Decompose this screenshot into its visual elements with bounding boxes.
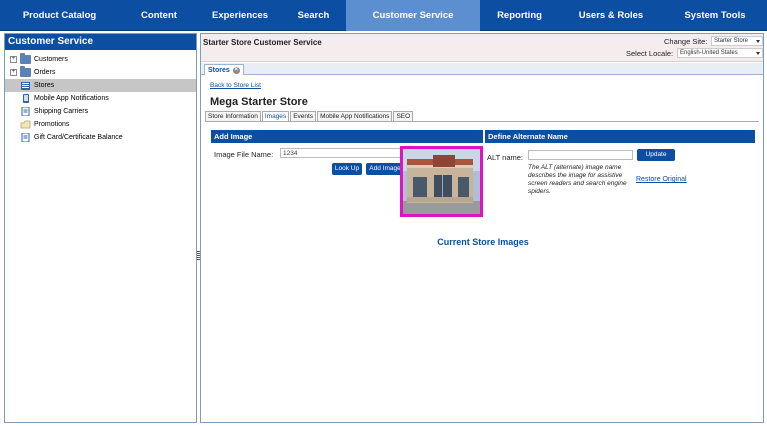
sidebar-item-promotions[interactable]: Promotions — [5, 118, 196, 131]
locale-label: Select Locale: — [626, 49, 674, 58]
image-file-name-input[interactable]: 1234 — [280, 148, 405, 158]
sidebar-item-label: Promotions — [34, 121, 70, 128]
expand-icon[interactable]: + — [10, 69, 17, 76]
alt-name-label: ALT name: — [487, 153, 523, 162]
change-site-value: Starter Store — [714, 38, 749, 44]
nav-product-catalog[interactable]: Product Catalog — [0, 0, 119, 31]
gift-card-icon — [20, 132, 31, 143]
current-store-images-title: Current Store Images — [437, 237, 529, 247]
tab-strip: Stores × — [201, 63, 763, 75]
back-to-store-list-link[interactable]: Back to Store List — [210, 82, 261, 89]
alt-name-description: The ALT (alternate) image name describes… — [528, 164, 627, 195]
sidebar-item-shipping-carriers[interactable]: Shipping Carriers — [5, 105, 196, 118]
store-building-image — [403, 149, 480, 214]
sidebar-item-label: Orders — [34, 69, 56, 76]
look-up-button[interactable]: Look Up — [332, 163, 362, 175]
chevron-down-icon — [756, 40, 760, 43]
tab-label: Stores — [208, 66, 230, 74]
nav-content[interactable]: Content — [119, 0, 199, 31]
sidebar-item-orders[interactable]: + Orders — [5, 66, 196, 79]
mobile-icon — [20, 94, 31, 103]
shipping-icon — [20, 106, 31, 117]
sidebar: Customer Service + Customers + Orders St… — [4, 33, 197, 423]
define-alternate-name-header: Define Alternate Name — [485, 130, 755, 143]
locale-select[interactable]: English-United States — [677, 48, 763, 58]
chevron-down-icon — [756, 52, 760, 55]
folder-icon — [20, 53, 31, 64]
store-name: Mega Starter Store — [210, 96, 308, 108]
add-image-header: Add Image — [211, 130, 483, 143]
restore-original-link[interactable]: Restore Original — [636, 176, 687, 183]
locale-value: English-United States — [680, 50, 738, 56]
image-file-name-label: Image File Name: — [214, 150, 274, 159]
sidebar-item-mobile-app-notifications[interactable]: Mobile App Notifications — [5, 92, 196, 105]
sidebar-item-label: Shipping Carriers — [34, 108, 89, 115]
sidebar-item-customers[interactable]: + Customers — [5, 53, 196, 66]
nav-users-roles[interactable]: Users & Roles — [559, 0, 663, 31]
expand-icon[interactable]: + — [10, 56, 17, 63]
store-icon — [20, 81, 31, 90]
top-navigation: Product Catalog Content Experiences Sear… — [0, 0, 767, 31]
nav-experiences[interactable]: Experiences — [199, 0, 281, 31]
sidebar-item-gift-card-balance[interactable]: Gift Card/Certificate Balance — [5, 131, 196, 144]
sidebar-item-stores[interactable]: Stores — [5, 79, 196, 92]
subtab-divider — [205, 121, 759, 122]
sidebar-item-label: Mobile App Notifications — [34, 95, 109, 102]
sidebar-item-label: Customers — [34, 56, 68, 63]
alt-name-input[interactable] — [528, 150, 633, 160]
main-panel: Starter Store Customer Service Change Si… — [200, 33, 764, 423]
tab-stores[interactable]: Stores × — [204, 64, 244, 75]
close-icon[interactable]: × — [232, 66, 240, 74]
sidebar-item-label: Gift Card/Certificate Balance — [34, 134, 123, 141]
update-button[interactable]: Update — [637, 149, 675, 161]
main-header: Starter Store Customer Service Change Si… — [201, 34, 763, 62]
nav-customer-service[interactable]: Customer Service — [346, 0, 480, 31]
change-site-label: Change Site: — [664, 37, 708, 46]
promotion-icon — [20, 120, 31, 129]
nav-reporting[interactable]: Reporting — [480, 0, 559, 31]
sidebar-item-label: Stores — [34, 82, 55, 89]
sidebar-title: Customer Service — [5, 34, 196, 50]
page-title: Starter Store Customer Service — [203, 38, 322, 47]
nav-search[interactable]: Search — [281, 0, 346, 31]
store-image-preview[interactable] — [400, 146, 483, 217]
nav-system-tools[interactable]: System Tools — [663, 0, 767, 31]
add-image-button[interactable]: Add Image — [366, 163, 404, 175]
change-site-select[interactable]: Starter Store — [711, 36, 763, 46]
folder-icon — [20, 66, 31, 77]
